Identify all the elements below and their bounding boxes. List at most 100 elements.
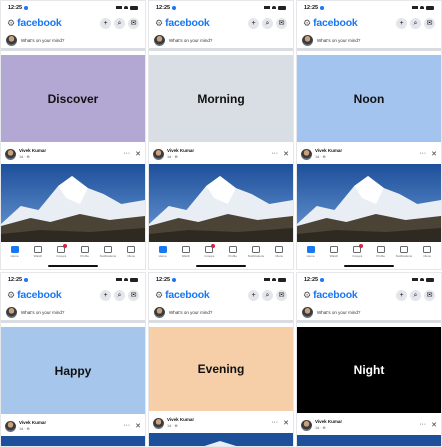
more-icon[interactable]: ··· — [271, 150, 278, 158]
wifi-icon — [420, 6, 424, 9]
avatar[interactable] — [302, 307, 313, 318]
more-icon[interactable]: ··· — [271, 419, 278, 427]
avatar[interactable] — [153, 417, 164, 429]
close-icon[interactable]: ✕ — [135, 150, 141, 158]
nav-profile[interactable]: Profile — [75, 246, 95, 258]
messenger-icon[interactable]: ✉ — [128, 17, 139, 29]
create-plus-icon[interactable]: + — [396, 17, 407, 29]
create-plus-icon[interactable]: + — [248, 289, 259, 301]
avatar[interactable] — [6, 35, 17, 46]
nav-notifications[interactable]: Notifications — [394, 246, 414, 258]
create-plus-icon[interactable]: + — [248, 17, 259, 29]
create-plus-icon[interactable]: + — [396, 289, 407, 301]
gear-icon[interactable]: ⚙ — [155, 18, 163, 29]
nav-menu[interactable]: Menu — [418, 246, 438, 258]
story-tile-morning[interactable]: Morning — [149, 55, 293, 142]
avatar[interactable] — [301, 148, 312, 160]
more-icon[interactable]: ··· — [419, 150, 426, 158]
post-photo-mountain[interactable] — [1, 436, 145, 446]
search-icon[interactable]: ⌕ — [410, 289, 421, 301]
post-photo-mountain[interactable] — [297, 435, 441, 446]
battery-icon — [278, 277, 286, 282]
avatar[interactable] — [6, 307, 17, 318]
messenger-icon[interactable]: ✉ — [424, 289, 435, 301]
nav-groups[interactable]: Groups — [52, 244, 72, 258]
app-bar: ⚙ facebook + ⌕ ✉ — [149, 286, 293, 304]
story-tile-evening[interactable]: Evening — [149, 327, 293, 411]
story-tile-happy[interactable]: Happy — [1, 327, 145, 414]
messenger-icon[interactable]: ✉ — [128, 289, 139, 301]
nav-menu[interactable]: Menu — [270, 246, 290, 258]
composer[interactable]: What's on your mind? — [1, 305, 145, 323]
story-tile-discover[interactable]: Discover — [1, 55, 145, 142]
home-indicator — [344, 265, 394, 267]
nav-groups[interactable]: Groups — [200, 244, 220, 258]
composer[interactable]: What's on your mind? — [297, 305, 441, 323]
avatar[interactable] — [302, 35, 313, 46]
close-icon[interactable]: ✕ — [135, 422, 141, 430]
composer-prompt[interactable]: What's on your mind? — [317, 310, 360, 315]
nav-home[interactable]: Home — [153, 246, 173, 258]
post-photo-mountain[interactable] — [149, 433, 293, 446]
composer-prompt[interactable]: What's on your mind? — [169, 310, 212, 315]
avatar[interactable] — [153, 148, 164, 160]
search-icon[interactable]: ⌕ — [262, 289, 273, 301]
story-tile-noon[interactable]: Noon — [297, 55, 441, 142]
status-bar: 12:25 — [1, 273, 145, 286]
nav-notifications[interactable]: Notifications — [246, 246, 266, 258]
composer-prompt[interactable]: What's on your mind? — [169, 38, 212, 43]
more-icon[interactable]: ··· — [123, 422, 130, 430]
composer-prompt[interactable]: What's on your mind? — [317, 38, 360, 43]
tile-label: Noon — [353, 91, 385, 106]
close-icon[interactable]: ✕ — [431, 150, 437, 158]
post-photo-mountain[interactable] — [1, 164, 145, 242]
nav-menu[interactable]: Menu — [122, 246, 142, 258]
gear-icon[interactable]: ⚙ — [7, 18, 15, 29]
gear-icon[interactable]: ⚙ — [7, 290, 15, 301]
close-icon[interactable]: ✕ — [431, 421, 437, 429]
nav-home[interactable]: Home — [301, 246, 321, 258]
close-icon[interactable]: ✕ — [283, 419, 289, 427]
story-tile-night[interactable]: Night — [297, 327, 441, 413]
close-icon[interactable]: ✕ — [283, 150, 289, 158]
composer[interactable]: What's on your mind? — [297, 33, 441, 51]
battery-icon — [278, 5, 286, 10]
nav-notifications[interactable]: Notifications — [98, 246, 118, 258]
gear-icon[interactable]: ⚙ — [303, 18, 311, 29]
menu-icon — [127, 246, 136, 253]
nav-watch[interactable]: Watch — [176, 246, 196, 258]
messenger-icon[interactable]: ✉ — [276, 17, 287, 29]
post-meta: 1d · ⊕ — [167, 154, 178, 159]
create-plus-icon[interactable]: + — [100, 289, 111, 301]
search-icon[interactable]: ⌕ — [410, 17, 421, 29]
nav-watch[interactable]: Watch — [28, 246, 48, 258]
nav-profile[interactable]: Profile — [371, 246, 391, 258]
nav-watch[interactable]: Watch — [324, 246, 344, 258]
nav-home[interactable]: Home — [5, 246, 25, 258]
more-icon[interactable]: ··· — [419, 421, 426, 429]
composer[interactable]: What's on your mind? — [149, 33, 293, 51]
avatar[interactable] — [154, 307, 165, 318]
gear-icon[interactable]: ⚙ — [155, 290, 163, 301]
create-plus-icon[interactable]: + — [100, 17, 111, 29]
post-photo-mountain[interactable] — [297, 164, 441, 242]
avatar[interactable] — [301, 419, 312, 431]
search-icon[interactable]: ⌕ — [114, 289, 125, 301]
composer[interactable]: What's on your mind? — [149, 305, 293, 323]
composer-prompt[interactable]: What's on your mind? — [21, 310, 64, 315]
phone-night: 12:25 ⚙ facebook + ⌕ ✉ What's on your mi… — [296, 272, 442, 447]
avatar[interactable] — [5, 420, 16, 432]
nav-profile[interactable]: Profile — [223, 246, 243, 258]
avatar[interactable] — [154, 35, 165, 46]
more-icon[interactable]: ··· — [123, 150, 130, 158]
composer[interactable]: What's on your mind? — [1, 33, 145, 51]
messenger-icon[interactable]: ✉ — [276, 289, 287, 301]
search-icon[interactable]: ⌕ — [114, 17, 125, 29]
avatar[interactable] — [5, 148, 16, 160]
nav-groups[interactable]: Groups — [348, 244, 368, 258]
search-icon[interactable]: ⌕ — [262, 17, 273, 29]
messenger-icon[interactable]: ✉ — [424, 17, 435, 29]
gear-icon[interactable]: ⚙ — [303, 290, 311, 301]
composer-prompt[interactable]: What's on your mind? — [21, 38, 64, 43]
post-photo-mountain[interactable] — [149, 164, 293, 242]
